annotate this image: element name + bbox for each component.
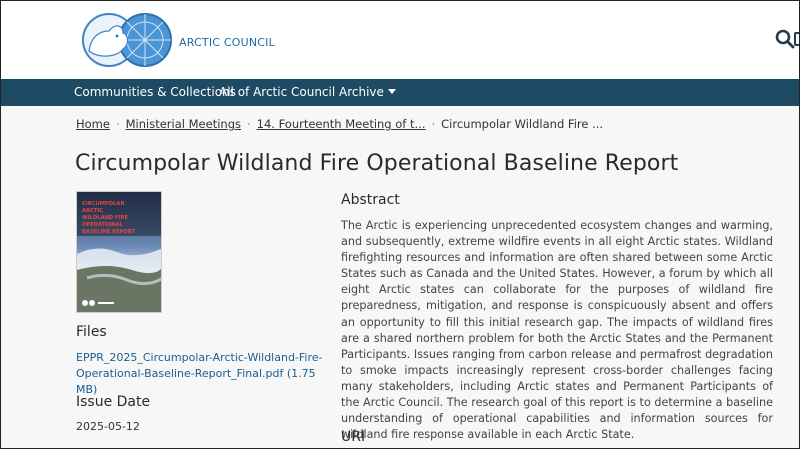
abstract-text: The Arctic is experiencing unprecedented…: [341, 219, 773, 442]
brand-name[interactable]: ARCTIC COUNCIL: [179, 36, 275, 49]
cover-title-line: CIRCUMPOLAR: [82, 201, 124, 207]
search-icon[interactable]: [775, 29, 795, 49]
main-navbar: Communities & Collections All of Arctic …: [1, 79, 799, 106]
abstract-heading: Abstract: [341, 192, 400, 208]
breadcrumb-separator: ·: [246, 117, 251, 131]
report-cover-thumbnail[interactable]: CIRCUMPOLAR ARCTIC WILDLAND FIRE OPERATI…: [76, 191, 162, 313]
file-download-link[interactable]: EPPR_2025_Circumpolar-Arctic-Wildland-Fi…: [76, 350, 326, 398]
uri-heading: URI: [341, 429, 366, 445]
breadcrumb: Home · Ministerial Meetings · 14. Fourteenth…: [76, 117, 603, 131]
cover-title-line: BASELINE REPORT: [82, 229, 136, 235]
breadcrumb-fourteenth-meeting[interactable]: 14. Fourteenth Meeting of t...: [257, 117, 426, 131]
cover-title-line: WILDLAND FIRE: [82, 215, 129, 221]
breadcrumb-current: Circumpolar Wildland Fire ...: [441, 117, 604, 131]
issue-date-value: 2025-05-12: [76, 420, 140, 433]
caret-down-icon: [387, 89, 396, 94]
breadcrumb-separator: ·: [431, 117, 436, 131]
page-title: Circumpolar Wildland Fire Operational Ba…: [75, 151, 679, 176]
breadcrumb-ministerial-meetings[interactable]: Ministerial Meetings: [126, 117, 241, 131]
browser-page: ARCTIC COUNCIL Communities & Collections…: [0, 0, 800, 449]
site-header: ARCTIC COUNCIL: [1, 1, 799, 79]
nav-archive-label: All of Arctic Council Archive: [219, 85, 384, 99]
breadcrumb-home[interactable]: Home: [76, 117, 110, 131]
breadcrumb-separator: ·: [115, 117, 120, 131]
files-heading: Files: [76, 324, 107, 340]
issue-date-heading: Issue Date: [76, 394, 151, 410]
cover-title-line: OPERATIONAL: [82, 222, 124, 228]
nav-communities-collections[interactable]: Communities & Collections: [74, 85, 236, 99]
cut-off-menu-icon[interactable]: [794, 29, 799, 49]
cover-title-line: ARCTIC: [82, 208, 103, 214]
nav-archive-dropdown[interactable]: All of Arctic Council Archive: [219, 85, 396, 99]
nav-communities-label: Communities & Collections: [74, 85, 236, 99]
arctic-council-logo[interactable]: [77, 11, 177, 69]
